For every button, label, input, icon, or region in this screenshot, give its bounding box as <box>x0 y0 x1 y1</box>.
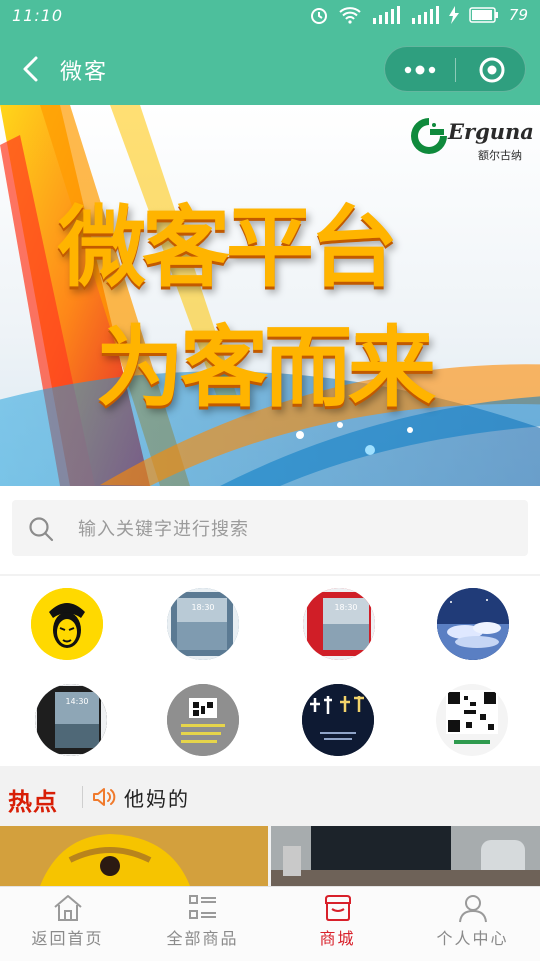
tab-bar: 返回首页 全部商品 商城 个人中心 <box>0 886 540 961</box>
product-card[interactable] <box>0 826 268 886</box>
category-item-phone-red[interactable]: 18:30 <box>303 588 375 660</box>
hot-logo: 热点 <box>8 788 58 816</box>
banner-headline: 微客平台 <box>58 196 398 299</box>
status-bar: 11:10 79 <box>0 0 540 34</box>
search-icon <box>29 517 54 542</box>
page-title: 微客 <box>60 60 109 85</box>
back-button[interactable] <box>14 51 50 87</box>
qr-poster-icon <box>167 684 239 756</box>
more-button[interactable] <box>385 47 455 93</box>
category-item-qr-code[interactable] <box>436 684 508 756</box>
close-button[interactable] <box>457 47 527 93</box>
tab-profile[interactable]: 个人中心 <box>405 887 540 961</box>
sky-clouds-icon <box>437 588 509 660</box>
alarm-icon <box>309 5 329 25</box>
signal-icon <box>371 6 401 24</box>
category-item-night-poster[interactable] <box>302 684 374 756</box>
brand-subtitle: 额尔古纳 <box>478 149 522 162</box>
monkey-king-icon <box>31 588 103 660</box>
nav-bar: 微客 <box>0 34 540 105</box>
erguna-logo-icon <box>411 118 447 154</box>
svg-text:18:30: 18:30 <box>191 603 214 612</box>
product-card[interactable] <box>271 826 540 886</box>
night-poster-icon <box>302 684 374 756</box>
tab-shop[interactable]: 商城 <box>270 887 405 961</box>
chevron-left-icon <box>23 56 38 82</box>
category-item-sky-clouds[interactable] <box>437 588 509 660</box>
product-image-office <box>271 826 540 886</box>
category-grid: 18:30 18:30 14:30 <box>0 576 540 766</box>
battery-level: 79 <box>508 6 528 24</box>
product-image-monkey <box>0 826 268 886</box>
hot-news-text: 他妈的 <box>124 787 190 811</box>
phone-black-icon: 14:30 <box>35 684 107 756</box>
search-section <box>0 486 540 574</box>
category-item-monkey-king[interactable] <box>31 588 103 660</box>
tab-shop-label: 商城 <box>319 929 356 948</box>
tab-all-products[interactable]: 全部商品 <box>135 887 270 961</box>
more-dots-icon <box>404 65 436 75</box>
target-icon <box>479 57 505 83</box>
status-icons: 79 <box>309 5 528 25</box>
svg-text:14:30: 14:30 <box>65 697 88 706</box>
svg-text:18:30: 18:30 <box>334 603 357 612</box>
charging-icon <box>448 6 459 24</box>
user-icon <box>458 895 487 923</box>
home-icon <box>53 895 82 921</box>
tab-home[interactable]: 返回首页 <box>0 887 135 961</box>
tab-all-products-label: 全部商品 <box>166 929 239 948</box>
brand-logo: Erguna 额尔古纳 <box>408 113 534 169</box>
hot-news-bar[interactable]: 热点 他妈的 <box>0 768 540 826</box>
banner-subheadline: 为客而来 <box>96 316 436 419</box>
tab-profile-label: 个人中心 <box>436 929 509 948</box>
status-time: 11:10 <box>12 6 64 25</box>
list-icon <box>188 895 216 919</box>
phone-red-icon: 18:30 <box>303 588 375 660</box>
category-item-phone-black[interactable]: 14:30 <box>35 684 107 756</box>
wifi-icon <box>339 6 361 24</box>
phone-blue-icon: 18:30 <box>167 588 239 660</box>
battery-icon <box>469 6 499 24</box>
menu-capsule <box>384 46 526 92</box>
brand-name: Erguna <box>448 119 534 144</box>
category-item-qr-poster[interactable] <box>167 684 239 756</box>
signal-icon-2 <box>411 6 439 24</box>
category-item-phone-blue[interactable]: 18:30 <box>167 588 239 660</box>
search-input[interactable] <box>76 500 500 558</box>
speaker-icon <box>93 788 116 806</box>
banner[interactable]: Erguna 额尔古纳 微客平台 为客而来 <box>0 105 540 486</box>
shop-icon <box>324 895 351 921</box>
hot-divider <box>82 786 83 808</box>
product-grid <box>0 826 540 886</box>
search-bar[interactable] <box>12 500 528 558</box>
capsule-divider <box>455 58 456 82</box>
tab-home-label: 返回首页 <box>31 929 104 948</box>
qr-code-icon <box>436 684 508 756</box>
